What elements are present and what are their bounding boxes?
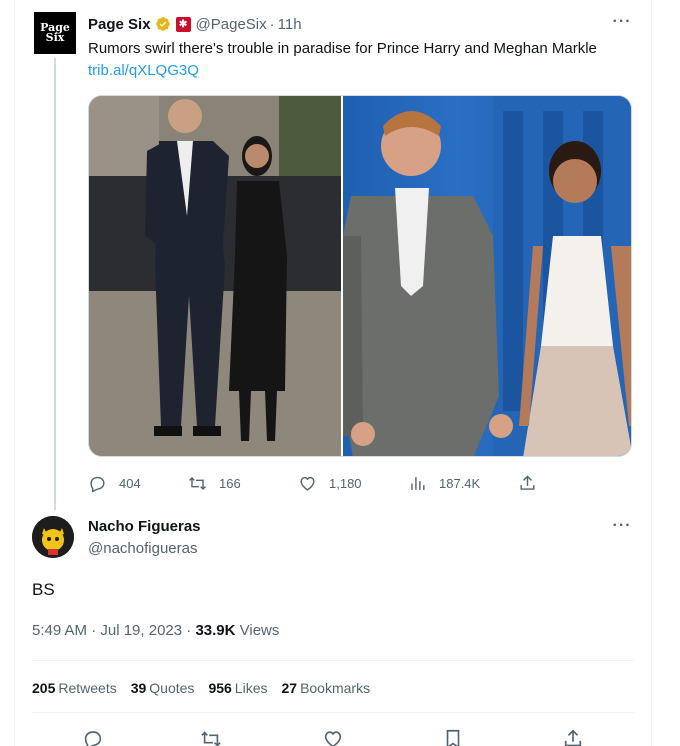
retweet-icon <box>189 476 206 490</box>
tweet-actions: 404 166 1,180 187.4K <box>88 472 548 494</box>
more-icon[interactable]: ··· <box>612 518 632 536</box>
verified-badge-icon <box>155 17 170 31</box>
thread-line <box>54 58 56 510</box>
reply-button[interactable]: 404 <box>88 474 188 493</box>
likes-stat[interactable]: 956 Likes <box>208 680 267 696</box>
retweet-button[interactable]: 166 <box>188 474 298 493</box>
divider <box>32 712 634 713</box>
bookmarks-stat[interactable]: 27 Bookmarks <box>281 680 370 696</box>
tweet-link[interactable]: trib.al/qXLQG3Q <box>88 62 199 79</box>
tweet-media[interactable] <box>88 95 632 457</box>
bookmark-icon[interactable] <box>442 728 464 746</box>
like-icon[interactable] <box>322 728 344 746</box>
tweet-text: Rumors swirl there's trouble in paradise… <box>88 40 597 57</box>
reply-author-handle[interactable]: @nachofigueras <box>88 540 197 557</box>
author-handle[interactable]: @PageSix <box>196 16 267 33</box>
share-icon[interactable] <box>562 728 584 746</box>
separator: · <box>269 15 275 33</box>
pagesix-avatar[interactable]: Page Six <box>34 12 76 54</box>
affiliate-badge-icon: ✱ <box>175 16 191 32</box>
author-name[interactable]: Page Six <box>88 16 151 33</box>
share-button[interactable] <box>518 474 537 493</box>
nachofigueras-avatar[interactable] <box>32 516 74 558</box>
reply-author-name[interactable]: Nacho Figueras <box>88 518 201 535</box>
reply-actions <box>32 728 634 746</box>
like-icon <box>300 476 315 491</box>
reply-views-count: 33.9K <box>195 622 236 639</box>
tweet-time[interactable]: 11h <box>278 16 302 33</box>
reply-count: 404 <box>119 475 141 491</box>
reply-meta: 5:49 AM · Jul 19, 2023 · 33.9K Views <box>32 622 279 639</box>
reply-text: BS <box>32 580 55 599</box>
photo-couple-smiling <box>343 96 631 456</box>
quotes-stat[interactable]: 39 Quotes <box>131 680 195 696</box>
like-button[interactable]: 1,180 <box>298 474 408 493</box>
reply-views-label: Views <box>235 622 280 639</box>
tweet-header: Page Six ✱ @PageSix · 11h <box>88 14 302 34</box>
more-icon[interactable]: ··· <box>612 14 632 32</box>
share-icon <box>520 474 535 490</box>
views-button[interactable]: 187.4K <box>408 474 518 493</box>
retweet-count: 166 <box>219 475 241 491</box>
like-count: 1,180 <box>329 475 362 491</box>
views-icon <box>411 476 425 490</box>
reply-stats: 205 Retweets 39 Quotes 956 Likes 27 Bookmark… <box>32 680 384 696</box>
tweet-body: Rumors swirl there's trouble in paradise… <box>88 38 608 82</box>
retweets-stat[interactable]: 205 Retweets <box>32 680 117 696</box>
views-count: 187.4K <box>439 475 481 491</box>
divider <box>32 660 634 661</box>
reply-datetime[interactable]: 5:49 AM · Jul 19, 2023 · <box>32 622 195 639</box>
photo-couple-walking <box>89 96 341 456</box>
reply-icon <box>90 476 105 493</box>
reply-icon[interactable] <box>82 728 104 746</box>
retweet-icon[interactable] <box>200 728 222 746</box>
